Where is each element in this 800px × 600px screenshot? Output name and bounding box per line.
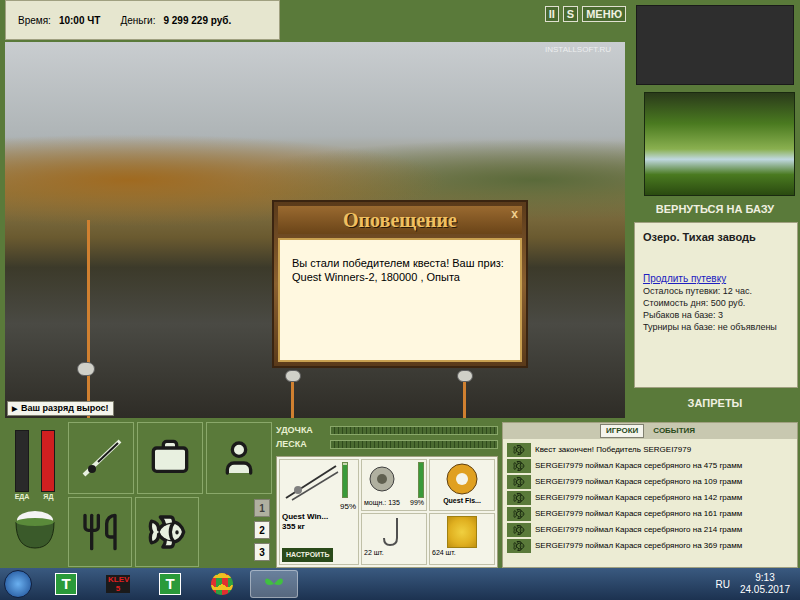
fish-icon: [513, 460, 525, 472]
location-line: Турниры на базе: не объявлены: [643, 321, 789, 333]
notification-dialog[interactable]: Оповещение x Вы стали победителем квеста! …: [272, 200, 528, 368]
fish-button[interactable]: [135, 497, 199, 567]
reel-slot[interactable]: мощн.: 13599%: [361, 459, 427, 511]
fish-icon: [147, 512, 187, 552]
pot-icon[interactable]: [10, 506, 60, 552]
taskbar: TKLEV 5T RU 9:1324.05.2017: [0, 568, 800, 600]
rod-button[interactable]: [68, 422, 134, 494]
chrome-icon[interactable]: [211, 573, 233, 595]
reel-condition-bar: [418, 462, 424, 498]
taskbar-app[interactable]: T: [42, 570, 90, 598]
rod-icon: [282, 462, 340, 502]
fish-icon: [513, 492, 525, 504]
feed-message: SERGEI7979 поймал Карася серебряного на …: [503, 474, 797, 490]
food-button[interactable]: [68, 497, 132, 567]
top-button[interactable]: МЕНЮ: [582, 6, 626, 22]
top-button[interactable]: II: [545, 6, 559, 22]
reel-icon: [285, 370, 301, 382]
fish-icon: [513, 476, 525, 488]
meter: ЕДА: [15, 430, 30, 502]
bans-button[interactable]: ЗАПРЕТЫ: [630, 388, 800, 418]
dialog-body: Вы стали победителем квеста! Ваш приз: Q…: [278, 238, 522, 362]
gear-bar: УДОЧКА: [276, 424, 498, 436]
back-to-base-button[interactable]: ВЕРНУТЬСЯ НА БАЗУ: [630, 196, 800, 222]
rod-condition-bar: [342, 462, 348, 498]
meter: ЯД: [41, 430, 55, 502]
feed-tab[interactable]: СОБЫТИЯ: [648, 425, 700, 437]
feed-message: SERGEI7979 поймал Карася серебряного на …: [503, 522, 797, 538]
language[interactable]: RU: [715, 577, 729, 592]
tackle-box-button[interactable]: [137, 422, 203, 494]
bait-icon: [447, 516, 477, 548]
fish-icon: [513, 508, 525, 520]
page-button[interactable]: 2: [254, 521, 270, 539]
rod-left: [87, 220, 90, 418]
tackle-box-icon: [150, 438, 190, 478]
fisherman-button[interactable]: [206, 422, 272, 494]
setup-button[interactable]: НАСТРОИТЬ: [282, 548, 333, 563]
hook-slot[interactable]: 22 шт.: [361, 513, 427, 565]
game-app-active[interactable]: [250, 570, 298, 598]
fork-knife-icon: [80, 512, 120, 552]
location-line: Стоимость дня: 500 руб.: [643, 297, 789, 309]
location-line: Рыбаков на базе: 3: [643, 309, 789, 321]
fish-icon: [513, 444, 525, 456]
feed-message: SERGEI7979 поймал Карася серебряного на …: [503, 458, 797, 474]
gear-bar: ЛЕСКА: [276, 438, 498, 450]
extend-link[interactable]: Продлить путевку: [643, 273, 789, 285]
taskbar-app[interactable]: T: [146, 570, 194, 598]
taskbar-app[interactable]: KLEV 5: [94, 570, 142, 598]
fishing-scene[interactable]: INSTALLSOFT.RU ▶Ваш разряд вырос! Оповещен…: [5, 42, 625, 418]
feed-message: SERGEI7979 поймал Карася серебряного на …: [503, 506, 797, 522]
gear-panel: 95%Quest Win...355 кгНАСТРОИТЬмощн.: 135…: [276, 456, 498, 568]
line-spool-icon: [444, 462, 480, 496]
feed-message: Квест закончен! Победитель SERGEI7979: [503, 442, 797, 458]
location-line: Осталось путевки: 12 час.: [643, 285, 789, 297]
page-button[interactable]: 1: [254, 499, 270, 517]
location-photo: [644, 92, 795, 196]
watermark: INSTALLSOFT.RU: [545, 44, 611, 56]
feed-message: SERGEI7979 поймал Карася серебряного на …: [503, 538, 797, 554]
fisherman-icon: [219, 438, 259, 478]
dialog-title: Оповещение: [343, 205, 457, 235]
location-info: Озеро. Тихая заводьПродлить путевкуОстал…: [634, 222, 798, 388]
game-window: Время:10:00 ЧТДеньги:9 299 229 руб. IISМЕ…: [0, 0, 800, 600]
hook-icon: [379, 516, 409, 548]
fish-icon: [513, 540, 525, 552]
reel-icon: [364, 462, 404, 496]
info-screen: [636, 5, 794, 85]
clock[interactable]: 9:1324.05.2017: [740, 572, 790, 596]
rank-toast: ▶Ваш разряд вырос!: [7, 401, 114, 416]
start-button[interactable]: [4, 570, 32, 598]
line-slot[interactable]: Quest Fis...: [429, 459, 495, 511]
page-button[interactable]: 3: [254, 543, 270, 561]
feed-panel: ИГРОКИ СОБЫТИЯ Квест закончен! Победитель …: [502, 422, 798, 568]
bait-slot[interactable]: 624 шт.: [429, 513, 495, 565]
reel-icon: [457, 370, 473, 382]
butterfly-icon: [264, 575, 284, 593]
fishing-rod-icon: [78, 435, 124, 481]
feed-message: SERGEI7979 поймал Карася серебряного на …: [503, 490, 797, 506]
reel-icon: [77, 362, 95, 376]
top-button[interactable]: S: [563, 6, 578, 22]
status-box: Время:10:00 ЧТДеньги:9 299 229 руб.: [5, 0, 280, 40]
fish-icon: [513, 524, 525, 536]
feed-tab[interactable]: ИГРОКИ: [600, 424, 644, 438]
rod-slot[interactable]: 95%Quest Win...355 кгНАСТРОИТЬ: [279, 459, 359, 565]
close-button[interactable]: x: [511, 208, 518, 220]
